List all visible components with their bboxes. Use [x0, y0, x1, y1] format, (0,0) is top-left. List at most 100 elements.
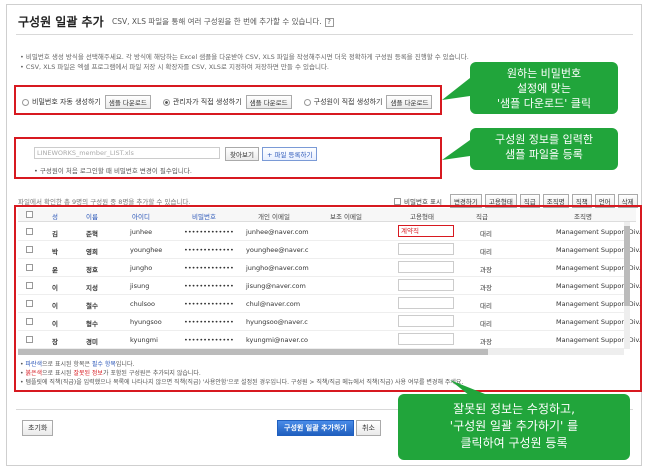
row-checkbox[interactable] [26, 228, 33, 235]
horizontal-scrollbar[interactable] [18, 349, 624, 355]
cell-type[interactable] [398, 333, 454, 345]
cell-rank: 과장 [480, 284, 492, 292]
col-personal-email[interactable]: 개인 이메일 [258, 211, 290, 221]
col-org[interactable]: 조직명 [574, 211, 592, 221]
callout-line: 샘플 파일을 등록 [505, 148, 583, 161]
file-path-input[interactable]: LINEWORKS_member_LIST.xls [34, 147, 220, 159]
note-text: 입니다. [115, 361, 135, 368]
show-password-checkbox[interactable] [394, 197, 401, 205]
cell-rank: 대리 [480, 230, 492, 238]
callout-sample-download: 원하는 비밀번호 설정에 맞는 '샘플 다운로드' 클릭 [470, 62, 618, 114]
browse-button[interactable]: 찾아보기 [225, 147, 259, 161]
col-sub-email[interactable]: 보조 이메일 [330, 211, 362, 221]
cell-last: 이 [52, 320, 58, 328]
cell-rank: 과장 [480, 266, 492, 274]
callout-line: 클릭하여 구성원 등록 [460, 436, 568, 450]
col-rank[interactable]: 직급 [476, 211, 488, 221]
cell-email: junhee@naver.com [246, 228, 309, 236]
horizontal-scroll-thumb[interactable] [18, 349, 488, 355]
cell-pw: ••••••••••••• [184, 282, 234, 290]
radio-admin[interactable] [162, 98, 170, 106]
sample-download-button-auto[interactable]: 샘플 다운로드 [104, 95, 151, 109]
cell-last: 이 [52, 302, 58, 310]
col-employment[interactable]: 고용형태 [410, 211, 434, 221]
description-text: CSV, XLS 파일을 통해 여러 구성원을 한 번에 추가할 수 있습니다. [112, 17, 322, 26]
table-row[interactable]: 윤 정호 jungho ••••••••••••• jungho@naver.com 과장… [18, 259, 641, 277]
cell-type[interactable] [398, 279, 454, 291]
row-checkbox[interactable] [26, 300, 33, 307]
cell-pw: ••••••••••••• [184, 246, 234, 254]
blue-label: 파란색 [25, 361, 43, 368]
radio-auto[interactable] [22, 98, 29, 106]
cell-type[interactable] [398, 243, 454, 255]
col-password[interactable]: 비밀번호 [192, 211, 216, 221]
cell-type[interactable]: 계약직 [398, 225, 454, 237]
callout-fix-and-submit: 잘못된 정보는 수정하고, '구성원 일괄 추가하기' 를 클릭하여 구성원 등… [398, 394, 630, 460]
cell-type[interactable] [398, 261, 454, 273]
row-checkbox[interactable] [26, 282, 33, 289]
cancel-button[interactable]: 취소 [356, 420, 381, 436]
cell-email: hyungsoo@naver.c [246, 318, 308, 326]
note-emph: 필수 항목 [91, 361, 116, 368]
table-row[interactable]: 이 지성 jisung ••••••••••••• jisung@naver.com 과장… [18, 277, 641, 295]
table-row[interactable]: 장 경미 kyungmi ••••••••••••• kyungmi@naver.co 과… [18, 331, 641, 349]
cell-pw: ••••••••••••• [184, 264, 234, 272]
cell-pw: ••••••••••••• [184, 300, 234, 308]
sample-download-button-admin[interactable]: 샘플 다운로드 [245, 95, 292, 109]
col-first-name[interactable]: 이름 [86, 211, 98, 221]
cell-rank: 과장 [480, 338, 492, 346]
password-option-group: 비밀번호 자동 생성하기 샘플 다운로드 관리자가 직접 생성하기 샘플 다운로… [22, 95, 444, 109]
callout-line: 원하는 비밀번호 [506, 67, 582, 80]
cell-pw: ••••••••••••• [184, 318, 234, 326]
cell-id: kyungmi [130, 336, 158, 344]
cell-first: 형수 [86, 320, 98, 328]
cell-rank: 대리 [480, 302, 492, 310]
cell-email: jisung@naver.com [246, 282, 306, 290]
select-all-checkbox[interactable] [26, 211, 33, 218]
callout-line: 구성원 정보를 입력한 [494, 133, 594, 146]
instruction-notes: • 비밀번호 생성 방식을 선택해주세요. 각 방식에 해당하는 Excel 샘… [20, 52, 469, 72]
col-last-name[interactable]: 성 [52, 211, 58, 221]
cell-rank: 대리 [480, 320, 492, 328]
register-file-button[interactable]: + 파일 등록하기 [262, 147, 318, 161]
col-id[interactable]: 아이디 [132, 211, 150, 221]
row-checkbox[interactable] [26, 318, 33, 325]
callout-line: '샘플 다운로드' 클릭 [496, 97, 591, 110]
row-checkbox[interactable] [26, 246, 33, 253]
cell-first: 정호 [86, 266, 98, 274]
cell-type[interactable] [398, 315, 454, 327]
sample-download-button-member[interactable]: 샘플 다운로드 [386, 95, 433, 109]
cell-pw: ••••••••••••• [184, 336, 234, 344]
vertical-scrollbar[interactable] [624, 222, 630, 348]
divider [16, 34, 633, 35]
radio-member[interactable] [303, 98, 311, 106]
grid-header: 성 이름 아이디 비밀번호 개인 이메일 보조 이메일 고용형태 직급 조직명 [18, 208, 636, 222]
table-row[interactable]: 박 영희 younghee ••••••••••••• younghee@naver.c… [18, 241, 641, 259]
table-row[interactable]: 김 준혁 junhee ••••••••••••• junhee@naver.com 계약… [18, 223, 641, 241]
bulk-add-members-button[interactable]: 구성원 일괄 추가하기 [277, 420, 354, 436]
cell-id: hyungsoo [130, 318, 162, 326]
cell-type[interactable] [398, 297, 454, 309]
help-icon[interactable]: ? [324, 18, 334, 27]
callout-register-file: 구성원 정보를 입력한 샘플 파일을 등록 [470, 128, 618, 170]
radio-member-label: 구성원이 직접 생성하기 [313, 98, 383, 106]
note-text: 으로 표시된 [42, 370, 74, 377]
cell-first: 지성 [86, 284, 98, 292]
vertical-scroll-thumb[interactable] [624, 226, 630, 306]
cell-first: 경미 [86, 338, 98, 346]
row-checkbox[interactable] [26, 264, 33, 271]
footer-note-required: • 파란색으로 표시된 항목은 필수 항목입니다. [20, 361, 135, 368]
note-line: • 비밀번호 생성 방식을 선택해주세요. 각 방식에 해당하는 Excel 샘… [20, 53, 469, 61]
reset-button[interactable]: 초기화 [22, 420, 54, 436]
callout-line: '구성원 일괄 추가하기' 를 [449, 419, 579, 433]
row-checkbox[interactable] [26, 336, 33, 343]
table-row[interactable]: 이 형수 hyungsoo ••••••••••••• hyungsoo@naver.c… [18, 313, 641, 331]
table-row[interactable]: 이 철수 chulsoo ••••••••••••• chul@naver.com 대리 M… [18, 295, 641, 313]
radio-admin-label: 관리자가 직접 생성하기 [172, 98, 242, 106]
upload-note: • 구성원이 처음 로그인할 때 비밀번호 변경이 필수입니다. [34, 167, 192, 175]
cell-id: chulsoo [130, 300, 155, 308]
page-description: CSV, XLS 파일을 통해 여러 구성원을 한 번에 추가할 수 있습니다.… [112, 16, 334, 27]
cell-last: 장 [52, 338, 58, 346]
cell-last: 이 [52, 284, 58, 292]
footer-note-invalid: • 붉은색으로 표시된 잘못된 정보가 포함된 구성원은 추가되지 않습니다. [20, 370, 201, 377]
